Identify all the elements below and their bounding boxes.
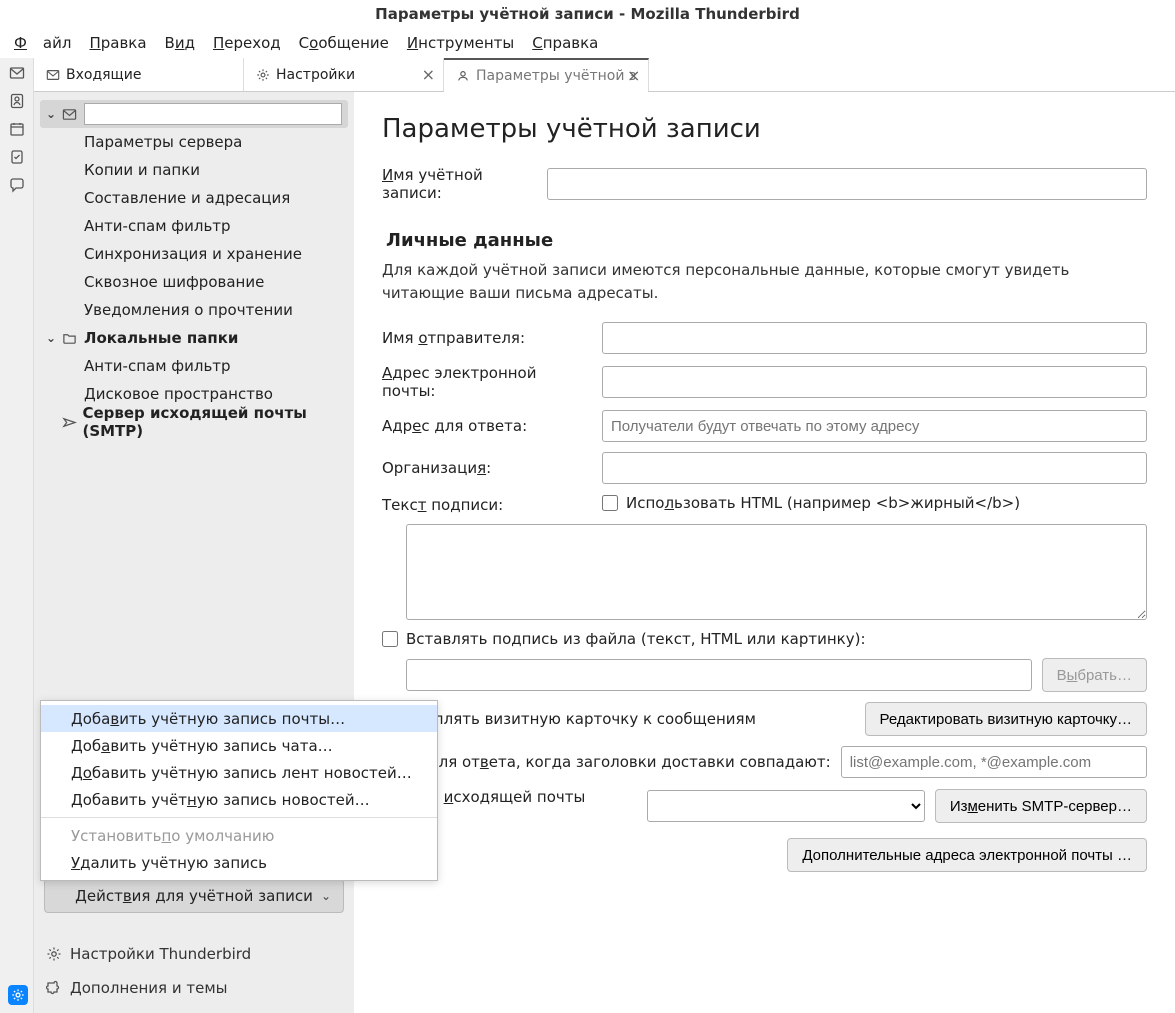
menu-file[interactable]: Файл xyxy=(6,32,79,54)
page-heading: Параметры учётной записи xyxy=(382,114,1147,144)
checkbox-label: ес для ответа, когда заголовки доставки … xyxy=(406,753,831,771)
reply-to-field[interactable] xyxy=(602,410,1147,442)
menu-help[interactable]: Справка xyxy=(524,32,606,54)
menu-edit[interactable]: Правка xyxy=(81,32,154,54)
account-tree-sidebar: ⌄ Параметры сервера Копии и папки Состав… xyxy=(34,92,354,1013)
reply-match-list-field xyxy=(841,746,1147,778)
account-name-label: Имя учётной записи: xyxy=(382,166,537,202)
tabs-bar: Входящие Настройки × Параметры учётной з… xyxy=(34,58,1175,92)
gear-icon xyxy=(256,68,270,82)
smtp-icon xyxy=(62,415,78,430)
mail-icon[interactable] xyxy=(8,64,26,82)
puzzle-icon xyxy=(46,980,62,996)
menu-add-chat-account[interactable]: Добавить учётную запись чата… xyxy=(41,732,437,759)
personal-data-description: Для каждой учётной записи имеются персон… xyxy=(382,259,1147,304)
email-field[interactable] xyxy=(602,366,1147,398)
menu-tools[interactable]: Инструменты xyxy=(399,32,522,54)
window-title: Параметры учётной записи - Mozilla Thund… xyxy=(0,0,1175,28)
more-addresses-button[interactable]: Дополнительные адреса электронной почты … xyxy=(787,838,1147,872)
organization-field[interactable] xyxy=(602,452,1147,484)
tab-label: Настройки xyxy=(276,67,355,83)
button-label: Действия для учётной записи xyxy=(75,887,313,905)
chevron-down-icon: ⌄ xyxy=(321,889,331,903)
organization-label: Организация: xyxy=(382,459,592,477)
edit-smtp-button[interactable]: Изменить SMTP-сервер… xyxy=(935,789,1147,823)
gear-icon xyxy=(46,946,62,962)
account-actions-button[interactable]: Действия для учётной записи ⌄ xyxy=(44,879,344,913)
menu-set-default: Установить по умолчанию xyxy=(41,822,437,849)
tree-label: Сервер исходящей почты (SMTP) xyxy=(82,404,348,440)
spaces-toolbar xyxy=(0,58,34,1013)
edit-vcard-button[interactable]: Редактировать визитную карточку… xyxy=(865,702,1147,736)
tree-item-copies-folders[interactable]: Копии и папки xyxy=(40,156,348,184)
menu-view[interactable]: Вид xyxy=(157,32,203,54)
signature-file-checkbox[interactable]: Вставлять подпись из файла (текст, HTML … xyxy=(382,630,866,648)
smtp-server-select[interactable] xyxy=(647,790,925,822)
reply-from-match-checkbox[interactable]: ес для ответа, когда заголовки доставки … xyxy=(382,753,831,771)
chevron-down-icon[interactable]: ⌄ xyxy=(44,331,58,345)
tasks-icon[interactable] xyxy=(8,148,26,166)
menu-message[interactable]: Сообщение xyxy=(291,32,397,54)
signature-text-label: Текст подписи: xyxy=(382,494,592,514)
account-actions-menu: Добавить учётную запись почты… Добавить … xyxy=(40,700,438,881)
calendar-icon[interactable] xyxy=(8,120,26,138)
signature-textarea[interactable] xyxy=(406,524,1147,620)
tab-inbox[interactable]: Входящие xyxy=(34,58,244,91)
menubar: Файл Правка Вид Переход Сообщение Инстру… xyxy=(0,28,1175,58)
chat-icon[interactable] xyxy=(8,176,26,194)
tab-label: Параметры учётной з xyxy=(476,68,636,84)
tree-item-e2e[interactable]: Сквозное шифрование xyxy=(40,268,348,296)
mail-account-icon xyxy=(62,107,80,122)
link-label: Дополнения и темы xyxy=(70,979,228,997)
close-icon[interactable]: × xyxy=(627,66,640,85)
tab-label: Входящие xyxy=(66,67,141,83)
tree-item-read-receipts[interactable]: Уведомления о прочтении xyxy=(40,296,348,324)
menu-add-mail-account[interactable]: Добавить учётную запись почты… xyxy=(41,705,437,732)
reply-to-label: Адрес для ответа: xyxy=(382,417,592,435)
signature-file-checkbox-input[interactable] xyxy=(382,631,398,647)
tree-label: Локальные папки xyxy=(84,329,238,347)
inbox-icon xyxy=(46,68,60,82)
menu-add-feed-account[interactable]: Добавить учётную запись лент новостей… xyxy=(41,759,437,786)
menu-go[interactable]: Переход xyxy=(205,32,289,54)
tree-item-sync[interactable]: Синхронизация и хранение xyxy=(40,240,348,268)
tree-item-junk[interactable]: Анти-спам фильтр xyxy=(40,212,348,240)
tree-item-junk-local[interactable]: Анти-спам фильтр xyxy=(40,352,348,380)
tree-smtp[interactable]: Сервер исходящей почты (SMTP) xyxy=(40,408,348,436)
signature-file-path xyxy=(406,659,1032,691)
email-label: Адрес электронной почты: xyxy=(382,364,592,400)
account-name-field[interactable] xyxy=(547,168,1147,200)
address-book-icon[interactable] xyxy=(8,92,26,110)
use-html-checkbox-input[interactable] xyxy=(602,495,618,511)
tree-account-root[interactable]: ⌄ xyxy=(40,100,348,128)
personal-data-heading: Личные данные xyxy=(386,230,1147,251)
tab-account-settings[interactable]: Параметры учётной з × xyxy=(444,58,649,91)
tree-item-composition[interactable]: Составление и адресация xyxy=(40,184,348,212)
chevron-down-icon[interactable]: ⌄ xyxy=(44,107,58,121)
attach-vcard-checkbox[interactable]: креплять визитную карточку к сообщениям xyxy=(382,710,855,728)
thunderbird-settings-link[interactable]: Настройки Thunderbird xyxy=(44,939,344,969)
use-html-checkbox[interactable]: Использовать HTML (например <b>жирный</b… xyxy=(602,494,1020,512)
close-icon[interactable]: × xyxy=(422,65,435,84)
tab-settings[interactable]: Настройки × xyxy=(244,58,444,91)
settings-gear-icon[interactable] xyxy=(8,985,28,1005)
tree-item-server-settings[interactable]: Параметры сервера xyxy=(40,128,348,156)
folder-icon xyxy=(62,331,80,346)
browse-button: Выбрать… xyxy=(1042,658,1147,692)
sender-name-field[interactable] xyxy=(602,322,1147,354)
sender-name-label: Имя отправителя: xyxy=(382,329,592,347)
tree-local-folders[interactable]: ⌄ Локальные папки xyxy=(40,324,348,352)
account-icon xyxy=(456,69,470,83)
checkbox-label: Использовать HTML (например <b>жирный</b… xyxy=(626,494,1020,512)
addons-link[interactable]: Дополнения и темы xyxy=(44,973,344,1003)
checkbox-label: креплять визитную карточку к сообщениям xyxy=(406,710,756,728)
menu-delete-account[interactable]: Удалить учётную запись xyxy=(41,849,437,876)
checkbox-label: Вставлять подпись из файла (текст, HTML … xyxy=(406,630,866,648)
link-label: Настройки Thunderbird xyxy=(70,945,251,963)
main-panel: Параметры учётной записи Имя учётной зап… xyxy=(354,92,1175,1013)
account-name-input[interactable] xyxy=(84,103,342,125)
menu-add-news-account[interactable]: Добавить учётную запись новостей… xyxy=(41,786,437,813)
